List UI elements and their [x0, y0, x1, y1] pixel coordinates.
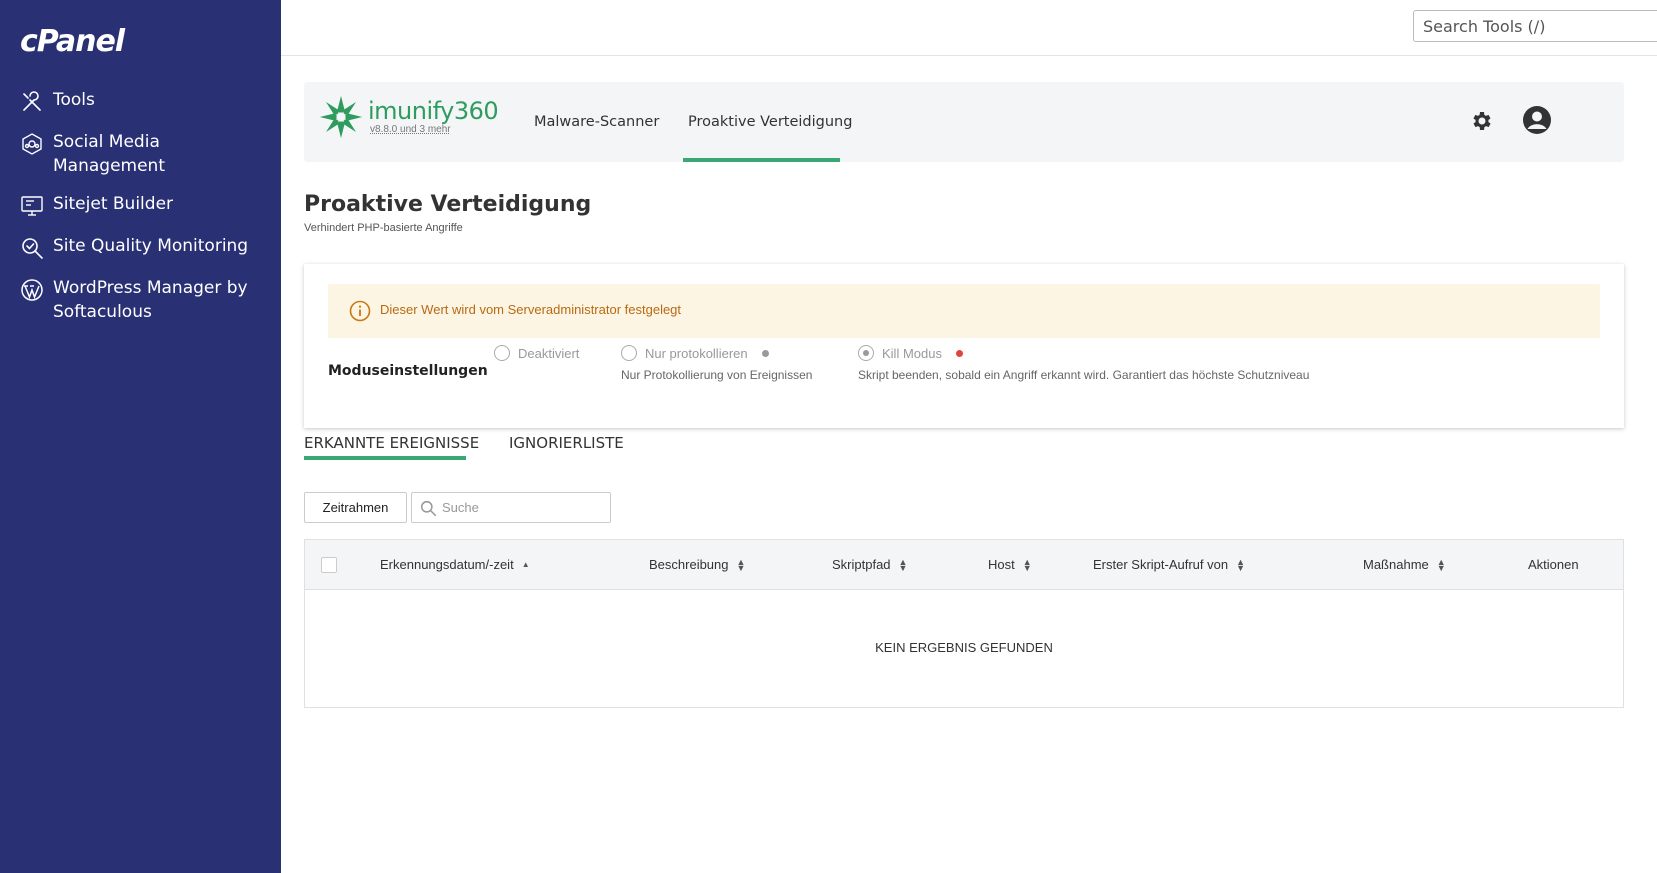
page-title: Proaktive Verteidigung	[304, 192, 592, 217]
page-subtitle: Verhindert PHP-basierte Angriffe	[304, 222, 463, 234]
imunify-logo-icon	[319, 95, 363, 139]
sidebar-item-site-quality[interactable]: Site Quality Monitoring	[20, 234, 270, 262]
user-avatar-icon[interactable]	[1522, 105, 1552, 135]
gear-icon[interactable]	[1470, 109, 1494, 133]
tab-proactive-defense[interactable]: Proaktive Verteidigung	[688, 82, 852, 162]
active-tab-indicator	[683, 158, 840, 162]
sort-icon: ▲ ▼	[1022, 556, 1032, 573]
sidebar-item-sitejet[interactable]: Sitejet Builder	[20, 192, 270, 220]
mode-option-desc: Skript beenden, sobald ein Angriff erkan…	[858, 368, 1310, 382]
column-script-path[interactable]: Skriptpfad ▲ ▼	[832, 557, 907, 572]
social-media-icon	[20, 132, 46, 158]
alert-text: Dieser Wert wird vom Serveradministrator…	[380, 302, 682, 317]
mode-option-desc: Nur Protokollierung von Ereignissen	[621, 368, 813, 382]
sort-icon: ▲ ▼	[736, 556, 746, 573]
sidebar-item-label: WordPress Manager by Softaculous	[53, 278, 248, 322]
imunify-version[interactable]: v8.8.0 und 3 mehr	[370, 124, 498, 136]
wordpress-icon	[20, 278, 46, 304]
admin-alert: Dieser Wert wird vom Serveradministrator…	[328, 284, 1600, 338]
column-description[interactable]: Beschreibung ▲ ▼	[649, 557, 745, 572]
sidebar-item-label: Site Quality Monitoring	[53, 236, 249, 256]
column-label: Host	[988, 557, 1015, 572]
radio-icon[interactable]	[494, 345, 510, 361]
radio-icon[interactable]	[621, 345, 637, 361]
sort-icon: ▲ ▼	[1236, 556, 1246, 573]
sidebar-item-label: Social Media Management	[53, 132, 165, 176]
search-tools-input[interactable]	[1413, 10, 1657, 42]
sidebar-item-tools[interactable]: Tools	[20, 88, 270, 116]
mode-option-label: Kill Modus	[882, 345, 942, 361]
column-actions: Aktionen	[1528, 557, 1579, 572]
imunify-brand-name: imunify360	[368, 97, 499, 125]
mode-option-kill[interactable]: Kill Modus	[858, 345, 963, 361]
imunify-header: imunify360 v8.8.0 und 3 mehr Malware-Sca…	[304, 82, 1624, 162]
column-host[interactable]: Host ▲ ▼	[988, 557, 1032, 572]
sidebar-item-social-media[interactable]: Social Media Management	[20, 130, 270, 178]
status-dot-icon	[955, 349, 963, 357]
imunify-brand[interactable]: imunify360 v8.8.0 und 3 mehr	[318, 94, 499, 140]
tools-icon	[20, 90, 46, 116]
tab-detected-events[interactable]: ERKANNTE EREIGNISSE	[304, 434, 479, 452]
status-dot-icon	[761, 349, 769, 357]
info-icon	[349, 300, 371, 322]
sitejet-icon	[20, 194, 46, 220]
tab-ignore-list[interactable]: IGNORIERLISTE	[509, 434, 624, 452]
search-icon	[420, 500, 437, 517]
sidebar-nav: Tools Social Media Management Sitejet Bu…	[20, 88, 270, 338]
search-box[interactable]	[411, 492, 611, 523]
sidebar-item-label: Sitejet Builder	[53, 194, 174, 214]
column-label: Erster Skript-Aufruf von	[1093, 557, 1229, 572]
mode-option-disabled[interactable]: Deaktiviert	[494, 345, 579, 361]
sort-asc-icon: ▲	[521, 559, 530, 569]
table-header: Erkennungsdatum/-zeit ▲ Beschreibung ▲ ▼ Sk…	[305, 540, 1623, 590]
column-detection-time[interactable]: Erkennungsdatum/-zeit ▲	[380, 557, 530, 572]
sort-icon: ▲ ▼	[1436, 556, 1446, 573]
sidebar-item-wordpress[interactable]: WordPress Manager by Softaculous	[20, 276, 270, 324]
column-label: Maßnahme	[1363, 557, 1429, 572]
events-table: Erkennungsdatum/-zeit ▲ Beschreibung ▲ ▼ Sk…	[304, 539, 1624, 708]
select-all-checkbox[interactable]	[321, 557, 337, 573]
sidebar: cPanel Tools Social Media Management Sit…	[0, 0, 281, 873]
sidebar-item-label: Tools	[53, 90, 95, 110]
column-first-call[interactable]: Erster Skript-Aufruf von ▲ ▼	[1093, 557, 1245, 572]
timeframe-button[interactable]: Zeitrahmen	[304, 492, 407, 523]
mode-option-log-only[interactable]: Nur protokollieren	[621, 345, 769, 361]
cpanel-logo[interactable]: cPanel	[20, 24, 125, 59]
tab-malware-scanner[interactable]: Malware-Scanner	[534, 82, 659, 162]
mode-label: Moduseinstellungen	[328, 363, 488, 379]
sort-icon: ▲ ▼	[898, 556, 908, 573]
active-tab-indicator	[304, 456, 466, 460]
site-quality-icon	[20, 236, 46, 262]
radio-selected-icon[interactable]	[858, 345, 874, 361]
mode-option-label: Nur protokollieren	[645, 345, 748, 361]
column-label: Beschreibung	[649, 557, 729, 572]
mode-option-label: Deaktiviert	[518, 345, 580, 361]
column-action-taken[interactable]: Maßnahme ▲ ▼	[1363, 557, 1446, 572]
search-input[interactable]	[442, 493, 607, 522]
column-label: Aktionen	[1528, 557, 1579, 572]
empty-state: KEIN ERGEBNIS GEFUNDEN	[875, 640, 1053, 655]
column-label: Erkennungsdatum/-zeit	[380, 557, 514, 572]
top-bar	[281, 0, 1657, 56]
main-content: imunify360 v8.8.0 und 3 mehr Malware-Sca…	[281, 56, 1657, 873]
column-label: Skriptpfad	[832, 557, 891, 572]
